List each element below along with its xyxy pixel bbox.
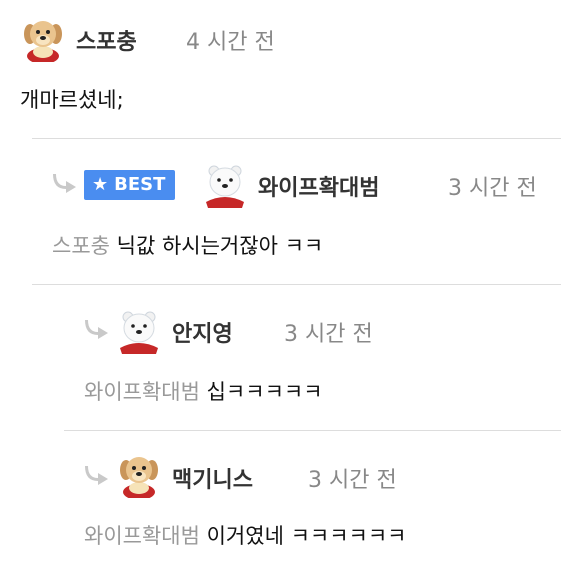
comment-time: 3 시간 전: [284, 322, 373, 347]
comment-body: 와이프확대범 십ㅋㅋㅋㅋㅋ: [84, 376, 323, 406]
comment-text: 개마르셨네;: [20, 88, 124, 112]
comment-time: 4 시간 전: [186, 30, 275, 55]
comment-nickname[interactable]: 맥기니스: [172, 462, 253, 494]
reply-arrow-icon: [52, 172, 78, 194]
comment-nickname[interactable]: 스포충: [76, 24, 137, 56]
mention-link[interactable]: 와이프확대범: [84, 380, 200, 404]
puppy-avatar[interactable]: [20, 16, 66, 62]
comment-divider: [32, 284, 561, 285]
comment-text: 닉값 하시는거잖아 ㅋㅋ: [116, 234, 324, 258]
comment-time: 3 시간 전: [448, 176, 537, 201]
mention-link[interactable]: 와이프확대범: [84, 524, 200, 548]
polar-bear-avatar[interactable]: [202, 162, 248, 208]
best-badge: ★ BEST: [84, 170, 176, 200]
reply-arrow-icon: [84, 318, 110, 340]
comment-nickname[interactable]: 안지영: [172, 316, 233, 348]
polar-bear-avatar[interactable]: [116, 308, 162, 354]
comment-time: 3 시간 전: [308, 468, 397, 493]
puppy-avatar[interactable]: [116, 452, 162, 498]
mention-link[interactable]: 스포충: [52, 234, 110, 258]
comment-body: 와이프확대범 이거였네 ㅋㅋㅋㅋㅋㅋ: [84, 520, 406, 550]
reply-arrow-icon: [84, 464, 110, 486]
best-badge-label: BEST: [114, 174, 166, 195]
comment-text: 이거였네 ㅋㅋㅋㅋㅋㅋ: [206, 524, 407, 548]
comment-divider: [32, 138, 561, 139]
comment-text: 십ㅋㅋㅋㅋㅋ: [206, 380, 323, 404]
star-icon: ★: [92, 174, 109, 195]
comment-divider: [64, 430, 561, 431]
comment-nickname[interactable]: 와이프확대범: [258, 170, 379, 202]
comment-body: 스포충 닉값 하시는거잖아 ㅋㅋ: [52, 230, 323, 260]
